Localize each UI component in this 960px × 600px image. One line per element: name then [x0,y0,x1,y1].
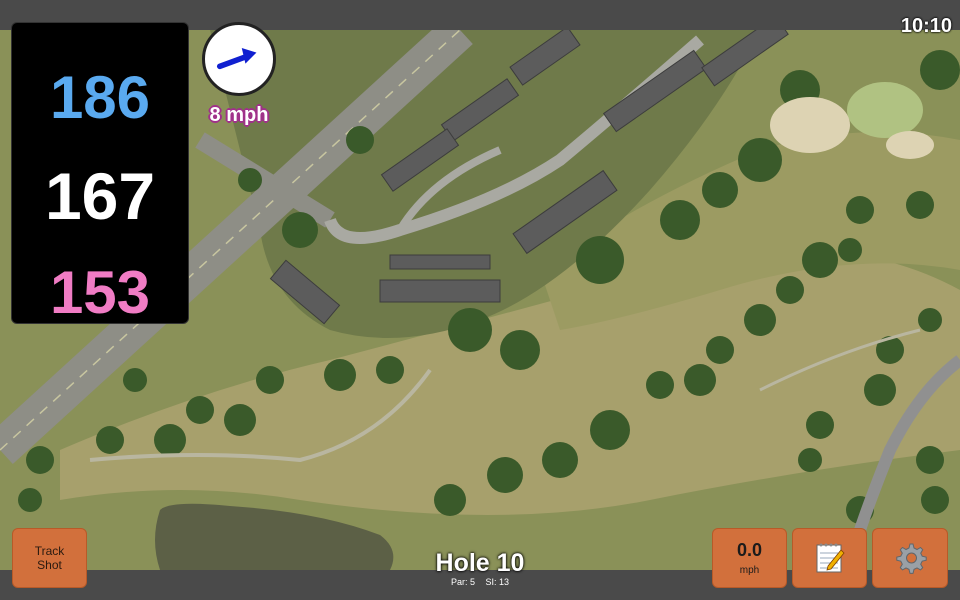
clock-time: 10:10 [900,15,952,37]
notes-button[interactable] [792,528,867,588]
wind-direction-arrow-icon [202,22,276,96]
gear-icon [896,543,927,574]
speed-button[interactable]: 0.0 mph [712,528,787,588]
hole-par: Par: 5 [450,577,475,587]
speed-unit: mph [739,565,760,576]
distance-panel: 186 167 153 [11,22,189,326]
track-shot-button[interactable]: Track Shot [12,528,87,588]
hole-stroke-index: SI: 13 [485,577,510,587]
distance-back: 186 [49,64,151,131]
settings-button[interactable] [872,528,948,588]
notepad-icon [816,543,845,573]
distance-center: 167 [44,159,156,233]
track-shot-label-line2: Shot [37,558,62,572]
hole-title: Hole 10 [435,549,525,577]
hole-info: Par: 5 SI: 13 [380,577,580,587]
speed-value: 0.0 [736,540,763,560]
track-shot-label-line1: Track [34,544,65,558]
wind-speed-label: 8 mph [209,104,269,126]
distance-front: 153 [49,259,151,326]
